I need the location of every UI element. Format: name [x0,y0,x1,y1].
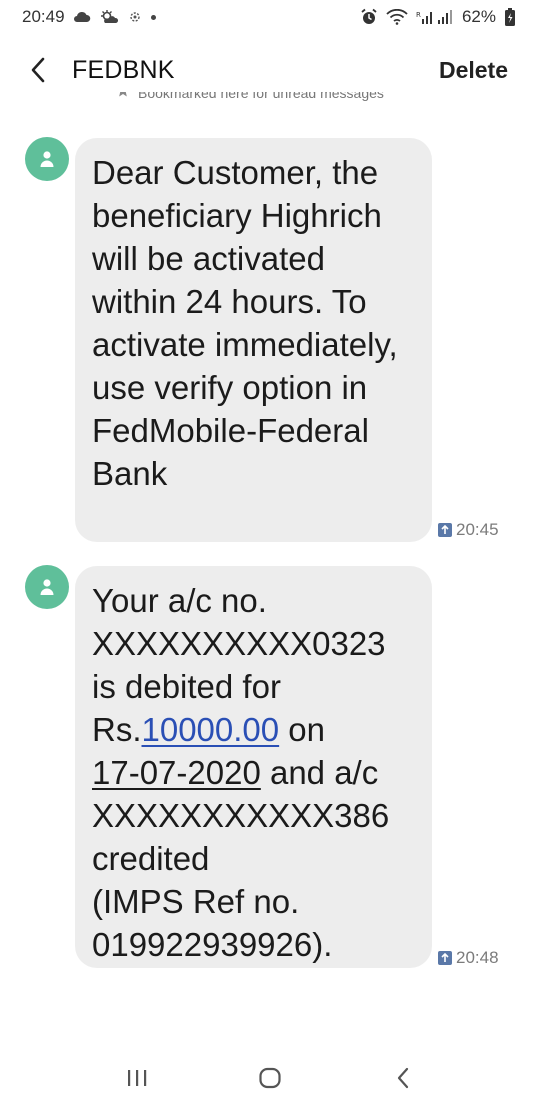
dot-icon [150,14,156,20]
status-left: 20:49 [22,7,156,27]
alarm-icon [360,8,378,26]
cloud-icon [73,11,91,23]
message-time: 20:45 [456,520,499,539]
message-time: 20:48 [456,948,499,967]
signal-icon: R [416,9,454,25]
system-nav-bar [0,1050,540,1106]
message-line: credited [92,840,210,877]
message-line: XXXXXXXXXX0323 [92,625,386,662]
message-timestamp: 20:45 [438,520,499,540]
recents-icon[interactable] [117,1058,157,1098]
bookmark-text: Bookmarked here for unread messages [138,92,384,101]
message-line: Rs.10000.00 on [92,708,412,751]
message-line: is debited for [92,668,281,705]
message-bubble[interactable]: Your a/c no. XXXXXXXXXX0323 is debited f… [75,566,432,968]
status-time: 20:49 [22,7,65,26]
sim-icon [438,523,452,537]
svg-text:R: R [416,11,421,19]
message-line: (IMPS Ref no. [92,883,300,920]
status-bar: 20:49 R 62% [0,0,540,34]
message-line: 019922939926). [92,926,333,963]
wifi-icon [386,9,408,25]
message-fragment: on [279,711,326,748]
status-right: R 62% [360,7,516,27]
conversation-header: FEDBNK Delete [0,44,540,96]
message-line: Your a/c no. [92,582,267,619]
sun-cloud-icon [99,10,119,24]
back-nav-icon[interactable] [383,1058,423,1098]
battery-percent: 62% [461,7,496,26]
back-arrow-icon[interactable] [30,57,52,83]
bookmark-icon [116,92,130,101]
delete-button[interactable]: Delete [439,57,508,84]
message-fragment: Rs. [92,711,142,748]
weather-icon [127,9,143,25]
home-icon[interactable] [250,1058,290,1098]
message-line: XXXXXXXXXXX386 [92,797,390,834]
date-link[interactable]: 17-07-2020 [92,754,261,791]
sender-avatar[interactable] [25,137,69,181]
message-bubble[interactable]: Dear Customer, the beneficiary Highrich … [75,138,432,542]
bookmark-row: Bookmarked here for unread messages [116,92,384,101]
message-fragment: and a/c [260,754,379,791]
header-left: FEDBNK [30,56,175,85]
amount-link[interactable]: 10000.00 [142,711,280,748]
battery-icon [504,8,516,26]
message-line: 17-07-2020 and a/c [92,751,412,794]
message-timestamp: 20:48 [438,948,499,968]
bookmark-strip: Bookmarked here for unread messages [0,92,540,106]
conversation-title: FEDBNK [72,55,175,84]
sim-icon [438,951,452,965]
message-text: Dear Customer, the beneficiary Highrich … [92,154,398,492]
sender-avatar[interactable] [25,565,69,609]
